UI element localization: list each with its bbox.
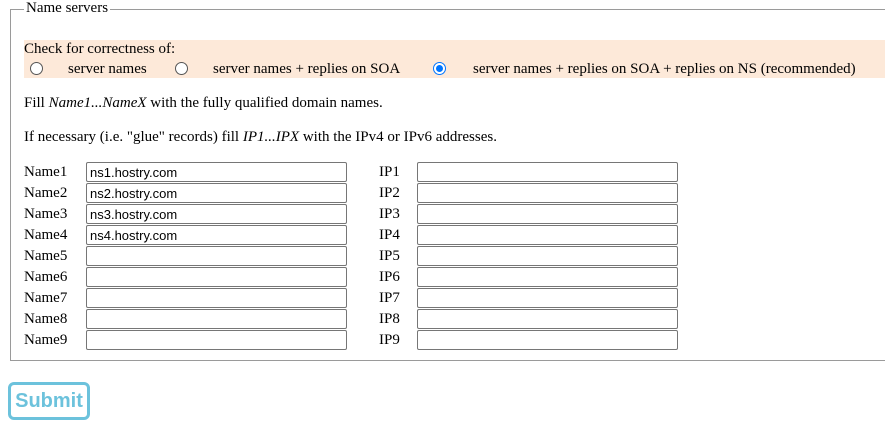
ip-input[interactable] xyxy=(417,225,678,245)
name-label: Name9 xyxy=(24,332,68,348)
ip-label: IP7 xyxy=(379,290,400,306)
radio-label-soa-ns[interactable]: server names + replies on SOA + replies … xyxy=(473,60,856,78)
glue-pre: If necessary (i.e. "glue" records) fill xyxy=(24,129,243,145)
name-label: Name1 xyxy=(24,164,68,180)
name-label: Name3 xyxy=(24,206,68,222)
check-radio-group: server names server names + replies on S… xyxy=(24,59,885,78)
name-input[interactable] xyxy=(86,309,347,329)
ip-input[interactable] xyxy=(417,162,678,182)
fieldset-legend: Name servers xyxy=(24,0,111,17)
ip-label: IP9 xyxy=(379,332,400,348)
check-title: Check for correctness of: xyxy=(24,41,176,57)
correctness-check-panel: Check for correctness of: server names s… xyxy=(24,40,885,78)
ip-label: IP2 xyxy=(379,185,400,201)
name-input[interactable] xyxy=(86,204,347,224)
fill-instructions: Fill Name1...NameX with the fully qualif… xyxy=(24,94,383,112)
ip-label: IP6 xyxy=(379,269,400,285)
name-input[interactable] xyxy=(86,267,347,287)
ip-label: IP8 xyxy=(379,311,400,327)
name-label: Name7 xyxy=(24,290,68,306)
ip-input[interactable] xyxy=(417,246,678,266)
name-input[interactable] xyxy=(86,246,347,266)
glue-instructions: If necessary (i.e. "glue" records) fill … xyxy=(24,128,497,146)
ip-input[interactable] xyxy=(417,183,678,203)
name-input[interactable] xyxy=(86,330,347,350)
name-input[interactable] xyxy=(86,183,347,203)
ip-input[interactable] xyxy=(417,330,678,350)
glue-post: with the IPv4 or IPv6 addresses. xyxy=(299,129,497,145)
glue-em: IP1...IPX xyxy=(242,129,300,145)
ip-input[interactable] xyxy=(417,288,678,308)
radio-server-names[interactable] xyxy=(30,62,43,75)
name-label: Name4 xyxy=(24,227,68,243)
name-input[interactable] xyxy=(86,288,347,308)
ip-input[interactable] xyxy=(417,204,678,224)
fill-pre: Fill xyxy=(24,95,49,111)
name-input[interactable] xyxy=(86,225,347,245)
name-label: Name8 xyxy=(24,311,68,327)
radio-soa-ns[interactable] xyxy=(433,62,446,75)
radio-label-server-names[interactable]: server names xyxy=(68,60,147,78)
ip-input[interactable] xyxy=(417,309,678,329)
name-label: Name2 xyxy=(24,185,68,201)
ip-input[interactable] xyxy=(417,267,678,287)
name-input[interactable] xyxy=(86,162,347,182)
fill-post: with the fully qualified domain names. xyxy=(146,95,383,111)
ip-label: IP3 xyxy=(379,206,400,222)
name-label: Name6 xyxy=(24,269,68,285)
submit-button[interactable]: Submit xyxy=(8,382,90,420)
radio-soa[interactable] xyxy=(175,62,188,75)
fill-em: Name1...NameX xyxy=(48,95,147,111)
name-label: Name5 xyxy=(24,248,68,264)
ip-label: IP4 xyxy=(379,227,400,243)
radio-label-soa[interactable]: server names + replies on SOA xyxy=(213,60,400,78)
ip-label: IP1 xyxy=(379,164,400,180)
ip-label: IP5 xyxy=(379,248,400,264)
